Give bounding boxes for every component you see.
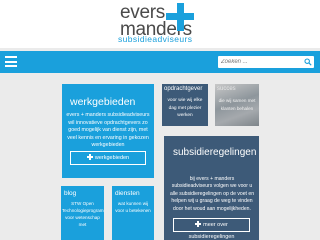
opdrachtgever-tile[interactable]: opdrachtgever voor wie wij elke dag met … [162, 84, 208, 126]
main-navbar [0, 51, 320, 73]
blog-body: STW Open Technologieprogramma voor weten… [62, 201, 104, 227]
blog-title: blog [64, 190, 77, 197]
photo-tile[interactable]: succes die wij samen met klanten behalen [215, 84, 259, 126]
hamburger-icon[interactable] [5, 56, 17, 67]
plus-icon [86, 154, 93, 160]
subsidieregelingen-body: bij evers + manders subsidieadviseurs vo… [169, 176, 255, 212]
werkgebieden-button[interactable]: werkgebieden [70, 151, 146, 165]
blog-tile[interactable]: blog STW Open Technologieprogramma voor … [61, 186, 104, 240]
diensten-title: diensten [115, 190, 140, 197]
diensten-tile[interactable]: diensten wat kunnen wij voor u betekenen [112, 186, 154, 240]
site-header: evers manders subsidieadviseurs [0, 0, 320, 48]
search-input[interactable] [218, 56, 302, 68]
photo-tile-title: succes [217, 86, 236, 92]
werkgebieden-title: werkgebieden [70, 96, 136, 108]
werkgebieden-button-label: werkgebieden [94, 155, 130, 161]
site-logo[interactable]: evers manders subsidieadviseurs [116, 3, 208, 45]
werkgebieden-body: evers + manders subsidieadviseurs wil in… [66, 112, 150, 149]
search-box [218, 56, 314, 68]
plus-logo-icon [166, 3, 194, 31]
subsidieregelingen-button[interactable]: meer over subsidieregelingen [173, 218, 250, 240]
subsidieregelingen-title: subsidieregelingen [173, 147, 257, 158]
subsidieregelingen-tile[interactable]: subsidieregelingen bij evers + manders s… [164, 136, 259, 240]
plus-icon [195, 221, 202, 227]
photo-tile-body: die wij samen met klanten behalen [218, 98, 256, 111]
opdrachtgever-title: opdrachtgever [164, 86, 203, 92]
werkgebieden-tile[interactable]: werkgebieden evers + manders subsidieadv… [62, 84, 154, 178]
search-icon[interactable] [304, 58, 312, 66]
diensten-body: wat kunnen wij voor u betekenen [115, 201, 151, 213]
opdrachtgever-body: voor wie wij elke dag met plezier werken [167, 98, 203, 119]
logo-tagline: subsidieadviseurs [118, 34, 193, 44]
